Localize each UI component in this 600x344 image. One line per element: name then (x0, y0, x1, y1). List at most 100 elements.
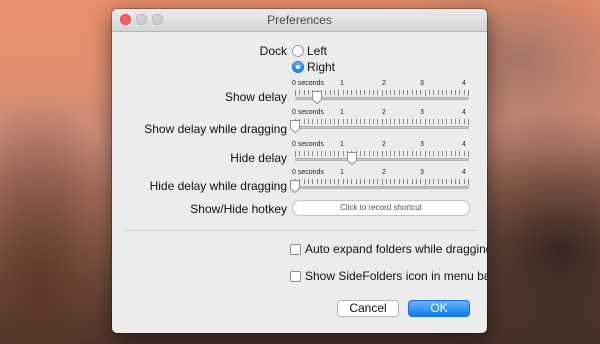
tick-mark (351, 90, 352, 95)
tick-labels: 0 seconds 1 2 3 4 (292, 169, 472, 179)
tick-mark (420, 119, 421, 124)
tick-mark (343, 151, 344, 156)
tick-mark (334, 179, 335, 184)
tick-mark (382, 151, 383, 157)
tick-label: 3 (420, 141, 424, 148)
tick-mark (468, 179, 469, 185)
tick-mark (403, 90, 404, 95)
tick-mark (399, 90, 400, 95)
tick-mark (308, 90, 309, 95)
show-delay-label: Show delay (224, 90, 287, 104)
tick-mark (373, 179, 374, 184)
tick-mark (399, 151, 400, 156)
tick-mark (459, 151, 460, 156)
tick-label: 0 seconds (292, 169, 324, 176)
slider-track[interactable] (295, 186, 469, 189)
tick-mark (312, 179, 313, 184)
tick-mark (464, 90, 465, 95)
tick-mark (317, 151, 318, 156)
tick-mark (468, 90, 469, 96)
auto-expand-checkbox[interactable]: Auto expand folders while dragging (290, 242, 487, 256)
tick-mark (416, 119, 417, 124)
tick-mark (429, 151, 430, 156)
auto-expand-label: Auto expand folders while dragging (305, 242, 487, 256)
tick-mark (304, 119, 305, 124)
dock-left-radio[interactable]: Left (292, 44, 327, 58)
tick-mark (364, 90, 365, 95)
tick-mark (299, 90, 300, 95)
checkbox-box[interactable] (290, 270, 301, 282)
radio-circle[interactable] (292, 45, 304, 57)
tick-mark (446, 119, 447, 124)
tick-mark (420, 151, 421, 156)
tick-mark (429, 119, 430, 124)
tick-mark (394, 119, 395, 124)
tick-mark (464, 179, 465, 184)
tick-mark (451, 151, 452, 156)
tick-mark (459, 119, 460, 124)
tick-mark (351, 179, 352, 184)
tick-label: 4 (462, 141, 466, 148)
tick-mark (304, 179, 305, 184)
tick-label: 1 (340, 109, 344, 116)
tick-mark (334, 119, 335, 124)
tick-mark (321, 151, 322, 156)
show-delay-dragging-slider[interactable]: 0 seconds 1 2 3 4 (289, 109, 472, 137)
tick-mark (468, 151, 469, 157)
tick-mark (451, 179, 452, 184)
cancel-button[interactable]: Cancel (337, 300, 399, 317)
hide-delay-dragging-slider[interactable]: 0 seconds 1 2 3 4 (289, 169, 472, 197)
tick-mark (412, 151, 413, 156)
tick-mark (390, 90, 391, 95)
tick-marks (295, 151, 469, 157)
tick-mark (399, 179, 400, 184)
checkbox-box[interactable] (290, 243, 301, 255)
tick-mark (338, 151, 339, 157)
tick-mark (451, 90, 452, 95)
tick-label: 1 (340, 141, 344, 148)
tick-mark (325, 151, 326, 156)
tick-mark (407, 179, 408, 184)
tick-label: 3 (420, 80, 424, 87)
tick-label: 4 (462, 80, 466, 87)
tick-mark (382, 90, 383, 96)
tick-mark (438, 119, 439, 124)
slider-track[interactable] (295, 126, 469, 129)
tick-mark (455, 90, 456, 95)
tick-mark (416, 179, 417, 184)
record-shortcut-field[interactable]: Click to record shortcut (292, 200, 470, 216)
tick-mark (330, 151, 331, 156)
tick-mark (360, 151, 361, 156)
title-bar[interactable]: Preferences (112, 9, 487, 32)
tick-mark (386, 179, 387, 184)
dock-right-label: Right (307, 60, 336, 74)
tick-mark (390, 179, 391, 184)
tick-mark (330, 119, 331, 124)
tick-labels: 0 seconds 1 2 3 4 (292, 141, 472, 151)
tick-mark (407, 90, 408, 95)
tick-mark (295, 90, 296, 96)
tick-mark (356, 90, 357, 95)
tick-mark (412, 119, 413, 124)
tick-mark (412, 179, 413, 184)
slider-thumb[interactable] (289, 179, 301, 194)
menu-bar-icon-checkbox[interactable]: Show SideFolders icon in menu bar (290, 269, 487, 283)
slider-thumb[interactable] (311, 90, 323, 105)
slider-thumb[interactable] (346, 151, 358, 166)
tick-mark (343, 90, 344, 95)
tick-label: 0 seconds (292, 109, 324, 116)
slider-thumb[interactable] (289, 119, 301, 134)
tick-mark (312, 151, 313, 156)
slider-track[interactable] (295, 158, 469, 161)
tick-mark (321, 179, 322, 184)
tick-mark (390, 151, 391, 156)
show-delay-slider[interactable]: 0 seconds 1 2 3 4 (292, 80, 472, 108)
tick-label: 2 (382, 141, 386, 148)
radio-circle[interactable] (292, 61, 304, 73)
tick-label: 3 (420, 169, 424, 176)
tick-mark (373, 119, 374, 124)
ok-button[interactable]: OK (408, 300, 470, 317)
dock-right-radio[interactable]: Right (292, 60, 335, 74)
tick-mark (325, 179, 326, 184)
hide-delay-slider[interactable]: 0 seconds 1 2 3 4 (292, 141, 472, 169)
